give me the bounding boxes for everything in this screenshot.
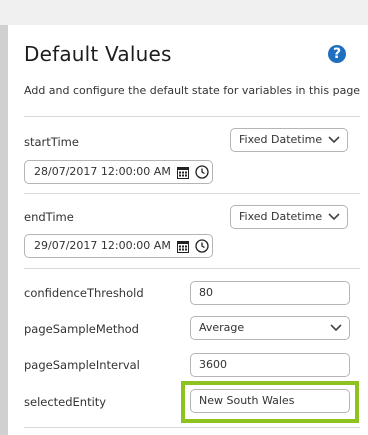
divider: [24, 193, 360, 194]
calendar-icon[interactable]: [177, 166, 189, 179]
pagesampleinterval-label: pageSampleInterval: [24, 358, 140, 372]
clock-icon[interactable]: [195, 165, 209, 179]
default-values-panel: Default Values ? Add and configure the d…: [8, 25, 368, 435]
endtime-mode-value: Fixed Datetime: [239, 210, 323, 223]
panel-title: Default Values: [24, 42, 172, 66]
help-glyph: ?: [332, 46, 342, 62]
clock-icon[interactable]: [195, 239, 209, 253]
endtime-mode-select[interactable]: Fixed Datetime: [230, 205, 348, 229]
divider: [24, 116, 360, 117]
pagesampleinterval-input[interactable]: 3600: [190, 353, 350, 377]
endtime-label: endTime: [24, 210, 74, 224]
endtime-value: 29/07/2017 12:00:00 AM: [34, 239, 171, 252]
endtime-datetime-input[interactable]: 29/07/2017 12:00:00 AM: [24, 234, 213, 258]
divider: [24, 268, 360, 269]
starttime-label: startTime: [24, 135, 79, 149]
pagesamplemethod-select[interactable]: Average: [190, 316, 350, 340]
starttime-mode-value: Fixed Datetime: [239, 133, 323, 146]
confidencethreshold-label: confidenceThreshold: [24, 286, 144, 300]
left-edge: [0, 25, 8, 435]
selectedentity-highlight: [181, 381, 359, 423]
starttime-value: 28/07/2017 12:00:00 AM: [34, 165, 171, 178]
panel-subtitle: Add and configure the default state for …: [24, 84, 361, 97]
calendar-icon[interactable]: [177, 240, 189, 253]
chevron-down-icon: [330, 324, 342, 332]
confidencethreshold-input[interactable]: 80: [190, 281, 350, 305]
pagesamplemethod-label: pageSampleMethod: [24, 322, 139, 336]
chevron-down-icon: [328, 136, 340, 144]
divider: [24, 427, 360, 428]
chevron-down-icon: [328, 213, 340, 221]
starttime-datetime-input[interactable]: 28/07/2017 12:00:00 AM: [24, 160, 213, 184]
top-bar: [0, 0, 368, 25]
pagesamplemethod-value: Average: [199, 321, 245, 334]
starttime-mode-select[interactable]: Fixed Datetime: [230, 128, 348, 152]
selectedentity-label: selectedEntity: [24, 395, 107, 409]
question-circle-icon[interactable]: ?: [328, 45, 346, 63]
